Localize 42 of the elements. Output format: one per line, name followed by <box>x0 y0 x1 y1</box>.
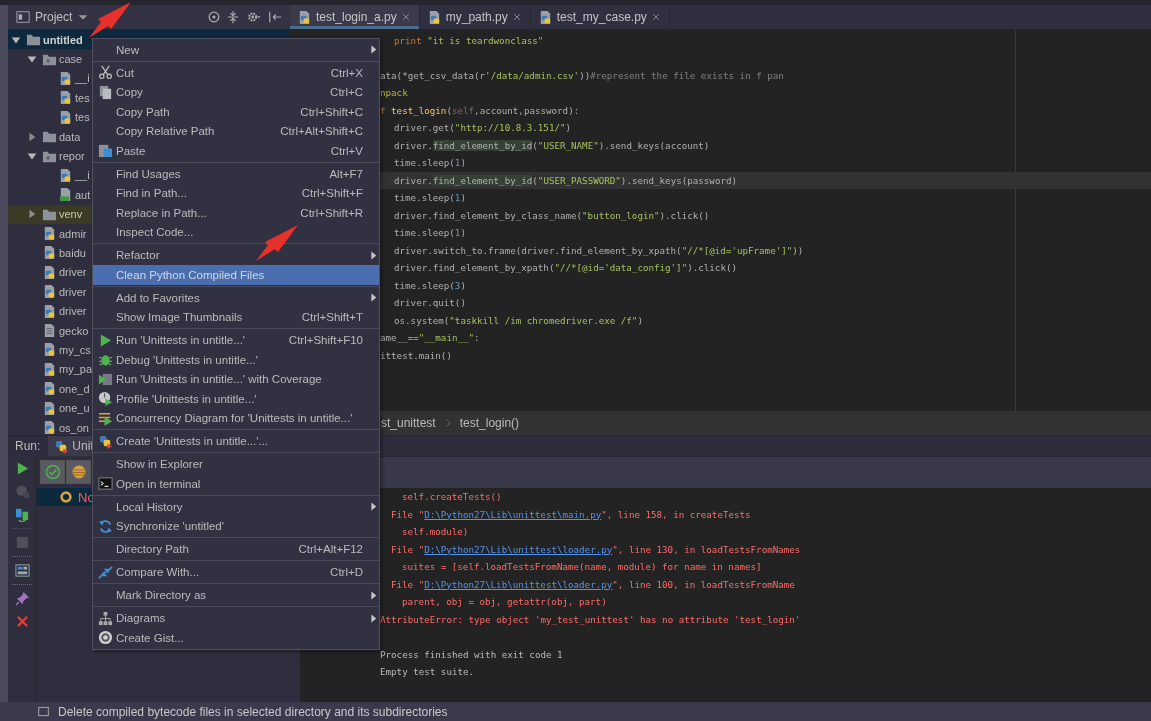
shortcut-text: Ctrl+Shift+F10 <box>288 334 364 347</box>
console-line: suites = [self.loadTestsFromName(name, module) for name in names] <box>401 560 763 574</box>
code-line: f test_login(self,account,password): <box>380 103 580 118</box>
console-line: Process finished with exit code 1 <box>380 647 564 662</box>
code-line: print "it is teardwonclass" <box>394 33 544 48</box>
shortcut-text: Ctrl+Shift+F <box>301 187 364 200</box>
code-line: driver.find_element_by_xpath("//*[@id='data_config']").click() <box>394 261 737 275</box>
console-line: Empty test suite. <box>380 665 476 679</box>
status-text: Delete compiled bytecode files in selected directory and its subdirectories <box>58 704 448 719</box>
code-line: time.sleep(1) <box>394 156 466 170</box>
shortcut-text: Ctrl+V <box>330 144 364 157</box>
shortcut-text: Ctrl+X <box>330 66 364 79</box>
code-line: driver.quit() <box>394 296 466 310</box>
panel-title: Run: <box>15 439 41 453</box>
shortcut-text: Ctrl+Shift+T <box>301 311 364 324</box>
shortcut-text: Ctrl+Alt+Shift+C <box>280 125 364 138</box>
code-line: driver.find_element_by_id("USER_NAME").send_keys(account) <box>394 138 710 153</box>
code-line: ame__=="__main__": <box>380 331 480 345</box>
console-line: File "D:\Python27\Lib\unittest\loader.py", line 130, in loadTestsFromNames <box>390 542 802 557</box>
console-line: self.createTests() <box>401 490 503 504</box>
console-line: AttributeError: type object 'my_test_unittest' has no attribute 'test_login' <box>380 612 802 627</box>
code-line: ata(*get_csv_data(r'/data/admin.csv'))#represent the file exists in f pan <box>380 68 784 83</box>
shortcut-text: Alt+F7 <box>329 167 364 180</box>
code-line: npack <box>380 86 408 100</box>
code-line: driver.find_element_by_class_name("button_login").click() <box>394 208 710 223</box>
console-line: File "D:\Python27\Lib\unittest\main.py", line 158, in createTests <box>390 507 752 522</box>
shortcut-text: Ctrl+Shift+C <box>300 105 364 118</box>
shortcut-text: Ctrl+D <box>330 566 364 579</box>
code-line: time.sleep(1) <box>394 191 466 205</box>
console-line: self.module) <box>401 525 470 539</box>
code-line: driver.find_element_by_id("USER_PASSWORD").send_keys(password) <box>394 173 737 188</box>
shortcut-text: Ctrl+Shift+R <box>300 206 364 219</box>
code-line: ittest.main() <box>380 348 452 363</box>
code-line: time.sleep(3) <box>394 278 466 293</box>
shortcut-text: Ctrl+C <box>330 86 364 99</box>
shortcut-text: Ctrl+Alt+F12 <box>298 543 364 556</box>
console-line: File "D:\Python27\Lib\unittest\loader.py", line 100, in loadTestsFromName <box>390 577 796 592</box>
code-line: os.system("taskkill /im chromedriver.exe /f") <box>394 313 643 328</box>
code-line: time.sleep(1) <box>394 226 466 240</box>
console-line: parent, obj = obj, getattr(obj, part) <box>401 595 608 609</box>
code-line: driver.switch_to.frame(driver.find_element_by_xpath("//*[@id='upFrame']")) <box>394 243 804 258</box>
code-line: driver.get("http://10.8.3.151/") <box>394 121 572 135</box>
